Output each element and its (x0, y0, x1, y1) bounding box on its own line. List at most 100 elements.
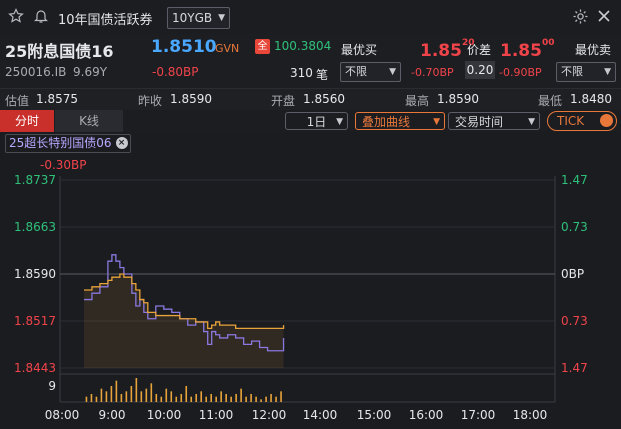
volume-bar (120, 394, 123, 402)
tick-toggle[interactable]: TICK (547, 111, 617, 131)
x-tick-label: 14:00 (303, 408, 338, 422)
overlay-series-chip[interactable]: 25超长特别国债06 × (5, 134, 131, 153)
full-price: 100.3804 (274, 39, 332, 53)
trade-time-dropdown[interactable]: 交易时间 ▼ (448, 112, 540, 130)
volume-bar (270, 394, 272, 402)
star-icon[interactable] (8, 8, 24, 27)
best-sell-price-main: 1.85 (500, 41, 542, 61)
toggle-knob-icon (600, 114, 613, 127)
best-buy-price-main: 1.85 (420, 41, 462, 61)
change-bp: -0.80BP (152, 65, 199, 79)
y-left-tick-label: 1.8517 (14, 314, 56, 328)
best-sell-filter[interactable]: 不限 ▼ (556, 62, 616, 82)
x-tick-label: 9:00 (99, 408, 126, 422)
y-right-tick-label: 0.73 (561, 220, 588, 234)
volume-bar (255, 396, 257, 402)
stat-label-open: 开盘 (271, 94, 296, 108)
bond-code: 250016.IB (5, 65, 67, 79)
bond-term: 9.69Y (73, 65, 108, 79)
volume-bar (245, 396, 247, 402)
x-tick-label: 12:00 (252, 408, 287, 422)
volume-bar (155, 394, 158, 402)
volume-bar (185, 386, 188, 402)
title-bar: 10年国债活跃券 10YGB ▼ (0, 0, 621, 34)
y-right-tick-label: 1.47 (561, 361, 588, 375)
bond-name: 25附息国债16 (5, 42, 114, 61)
volume-bar (220, 391, 222, 402)
volume-bar (90, 394, 93, 402)
volume-bar (175, 396, 178, 402)
volume-bar (130, 386, 133, 402)
price-chart[interactable]: 1.8737 1.47 1.8663 0.73 1.8590 0BP 1.8517 0.73 1… (0, 154, 621, 429)
best-buy-change: -0.70BP (411, 66, 454, 79)
bond-dropdown-value: 10YGB (172, 11, 213, 25)
stat-label-valuation: 估值 (5, 94, 30, 108)
close-icon[interactable] (597, 9, 611, 26)
stat-value-low: 1.8480 (570, 92, 612, 106)
stat-value-valuation: 1.8575 (36, 92, 78, 106)
volume-bar (200, 391, 203, 402)
trade-time-label: 交易时间 (455, 115, 504, 129)
volume-bar (115, 380, 118, 402)
overlay-curve-label: 叠加曲线 (362, 115, 411, 129)
remove-overlay-icon[interactable]: × (115, 137, 128, 149)
bond-dropdown[interactable]: 10YGB ▼ (167, 7, 230, 29)
volume-bar (235, 394, 237, 402)
volume-bar (165, 388, 168, 402)
best-buy-label: 最优买 (341, 43, 378, 57)
stat-label-prev-close: 昨收 (138, 94, 163, 108)
y-left-tick-label: 1.8663 (14, 220, 56, 234)
stat-value-open: 1.8560 (303, 92, 345, 106)
best-sell-change: -0.90BP (499, 66, 542, 79)
tab-kline[interactable]: K线 (55, 110, 123, 132)
volume-bar (145, 388, 148, 402)
volume-bar (260, 399, 262, 402)
chart-toolbar: 分时 K线 1日 ▼ 叠加曲线 ▼ 交易时间 ▼ TICK (0, 110, 621, 132)
volume-bar (135, 378, 138, 402)
volume-bar (205, 396, 208, 402)
best-buy-filter[interactable]: 不限 ▼ (340, 62, 401, 82)
volume-bar (100, 388, 103, 402)
x-tick-label: 08:00 (45, 408, 80, 422)
volume-bar (105, 391, 108, 402)
overlay-curve-dropdown[interactable]: 叠加曲线 ▼ (355, 112, 445, 130)
bell-icon[interactable] (33, 8, 49, 27)
last-price: 1.8510 (151, 37, 217, 57)
x-tick-label: 11:00 (199, 408, 234, 422)
volume-bar (85, 396, 88, 402)
spread-label: 价差 (467, 43, 492, 57)
chevron-down-icon: ▼ (433, 117, 440, 127)
chevron-down-icon: ▼ (336, 117, 343, 127)
best-sell-filter-value: 不限 (561, 65, 583, 78)
volume-bar (275, 396, 277, 402)
tab-timeshare[interactable]: 分时 (0, 110, 54, 132)
volume-bar (95, 396, 98, 402)
period-value: 1日 (306, 115, 327, 129)
chevron-down-icon: ▼ (389, 67, 396, 77)
stat-value-high: 1.8590 (437, 92, 479, 106)
volume-bar (265, 396, 267, 402)
volume-bar (240, 388, 242, 402)
x-tick-label: 17:00 (461, 408, 496, 422)
chevron-down-icon: ▼ (218, 13, 225, 23)
y-right-tick-label: 0.73 (561, 314, 588, 328)
volume-bar (195, 394, 198, 402)
stats-bar: 估值 1.8575 昨收 1.8590 开盘 1.8560 最高 1.8590 … (0, 88, 621, 111)
period-dropdown[interactable]: 1日 ▼ (285, 112, 348, 130)
y-left-tick-label: 1.8590 (14, 267, 56, 281)
overlay-series-name: 25超长特别国债06 (9, 136, 112, 150)
trade-count: 310 (290, 66, 313, 80)
best-sell-price: 1.8500 (500, 38, 555, 61)
volume-bar (230, 396, 232, 402)
volume-bar (190, 396, 193, 402)
volume-bar (110, 386, 113, 402)
volume-bar (140, 391, 143, 402)
volume-bar (225, 394, 227, 402)
settings-icon[interactable] (572, 8, 589, 28)
venue-label: GVN (215, 42, 240, 55)
best-sell-price-sup: 00 (541, 38, 555, 48)
stat-label-high: 最高 (405, 94, 430, 108)
volume-bar (170, 391, 173, 402)
volume-bar (160, 396, 163, 402)
x-tick-label: 15:00 (357, 408, 392, 422)
